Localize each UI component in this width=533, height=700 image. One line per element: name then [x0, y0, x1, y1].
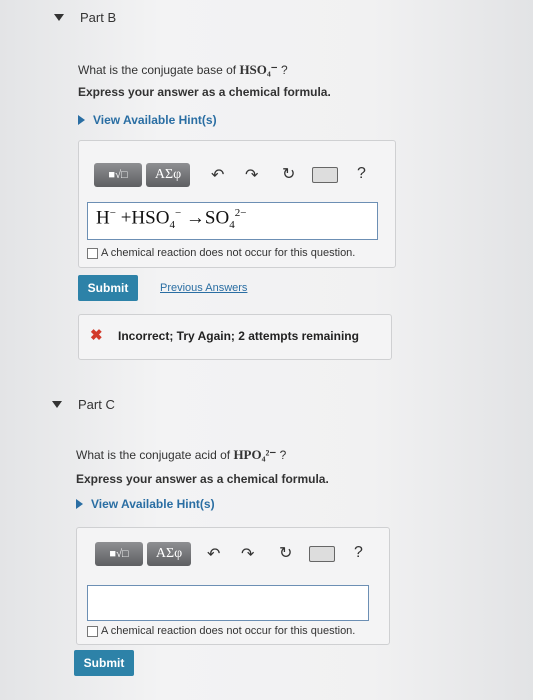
- incorrect-icon: ✖: [90, 327, 103, 344]
- part-c-question: What is the conjugate acid of HPO₄²⁻ ?: [76, 447, 286, 463]
- part-c-instruction: Express your answer as a chemical formul…: [76, 472, 329, 486]
- undo-icon[interactable]: ↶: [211, 165, 224, 185]
- redo-icon[interactable]: ↷: [241, 544, 254, 564]
- part-c-hint-link[interactable]: View Available Hint(s): [76, 497, 215, 511]
- expand-arrow-icon: [76, 499, 83, 509]
- no-reaction-label: A chemical reaction does not occur for t…: [101, 625, 356, 637]
- part-b-toolbar: ■√□ AΣφ: [94, 163, 190, 187]
- part-b-instruction: Express your answer as a chemical formul…: [78, 85, 331, 99]
- keyboard-icon[interactable]: [309, 546, 335, 562]
- question-text: What is the conjugate base of: [78, 63, 240, 77]
- part-c-toolbar: ■√□ AΣφ: [95, 542, 191, 566]
- help-icon[interactable]: ?: [357, 165, 366, 183]
- part-b-submit-button[interactable]: Submit: [78, 275, 138, 301]
- part-c-answer-input[interactable]: [87, 585, 369, 621]
- no-reaction-checkbox[interactable]: [87, 625, 98, 637]
- reset-icon[interactable]: ↻: [279, 543, 292, 563]
- part-c-answer-box: ■√□ AΣφ ↶ ↷ ↻ ? A chemical reaction does…: [76, 527, 390, 645]
- part-c-collapse-icon[interactable]: [52, 401, 62, 408]
- part-b-title: Part B: [80, 10, 117, 25]
- eq-so-sub: 4: [229, 219, 235, 232]
- template-icon: ■√□: [108, 169, 128, 181]
- question-formula: HSO₄⁻: [239, 62, 278, 77]
- hint-label: View Available Hint(s): [91, 497, 215, 511]
- answer-expression: H− +HSO4− →SO42−: [96, 207, 246, 231]
- part-b-no-reaction-option[interactable]: A chemical reaction does not occur for t…: [87, 247, 355, 259]
- redo-icon[interactable]: ↷: [245, 165, 258, 185]
- question-text: What is the conjugate acid of: [76, 448, 234, 462]
- eq-h: H: [96, 207, 110, 229]
- question-mark: ?: [281, 63, 288, 77]
- page: Part B What is the conjugate base of HSO…: [0, 0, 533, 700]
- feedback-message: Incorrect; Try Again; 2 attempts remaini…: [118, 329, 359, 343]
- part-b-answer-input[interactable]: H− +HSO4− →SO42−: [87, 202, 378, 240]
- template-icon: ■√□: [109, 548, 129, 560]
- reset-icon[interactable]: ↻: [282, 164, 295, 184]
- part-b-question: What is the conjugate base of HSO₄⁻ ?: [78, 62, 288, 78]
- question-mark: ?: [279, 448, 287, 462]
- question-formula: HPO₄²⁻: [233, 447, 277, 462]
- hint-label: View Available Hint(s): [93, 113, 217, 127]
- eq-hso-sub: 4: [169, 219, 175, 232]
- template-button[interactable]: ■√□: [95, 542, 143, 566]
- eq-arrow: →: [185, 207, 205, 229]
- part-b-collapse-icon[interactable]: [54, 14, 64, 21]
- help-icon[interactable]: ?: [354, 544, 363, 562]
- greek-label: AΣφ: [155, 546, 183, 561]
- greek-symbols-button[interactable]: AΣφ: [147, 542, 191, 566]
- part-b-feedback: ✖ Incorrect; Try Again; 2 attempts remai…: [78, 314, 392, 360]
- eq-h-charge: −: [109, 207, 116, 219]
- eq-so: SO: [204, 207, 230, 229]
- part-b-answer-box: ■√□ AΣφ ↶ ↷ ↻ ? H− +HSO4− →SO42− A chemi…: [78, 140, 396, 268]
- part-b-hint-link[interactable]: View Available Hint(s): [78, 113, 217, 127]
- previous-answers-link[interactable]: Previous Answers: [160, 282, 247, 294]
- greek-symbols-button[interactable]: AΣφ: [146, 163, 190, 187]
- greek-label: AΣφ: [154, 167, 182, 182]
- part-c-submit-button[interactable]: Submit: [74, 650, 134, 676]
- eq-plus: +: [120, 207, 132, 229]
- expand-arrow-icon: [78, 115, 85, 125]
- eq-hso-charge: −: [174, 207, 182, 219]
- no-reaction-checkbox[interactable]: [87, 247, 98, 259]
- no-reaction-label: A chemical reaction does not occur for t…: [101, 247, 356, 259]
- eq-hso: HSO: [131, 207, 170, 229]
- eq-so-charge: 2−: [234, 207, 247, 219]
- template-button[interactable]: ■√□: [94, 163, 142, 187]
- keyboard-icon[interactable]: [312, 167, 338, 183]
- part-c-title: Part C: [78, 397, 115, 412]
- part-c-no-reaction-option[interactable]: A chemical reaction does not occur for t…: [87, 625, 355, 637]
- undo-icon[interactable]: ↶: [207, 544, 220, 564]
